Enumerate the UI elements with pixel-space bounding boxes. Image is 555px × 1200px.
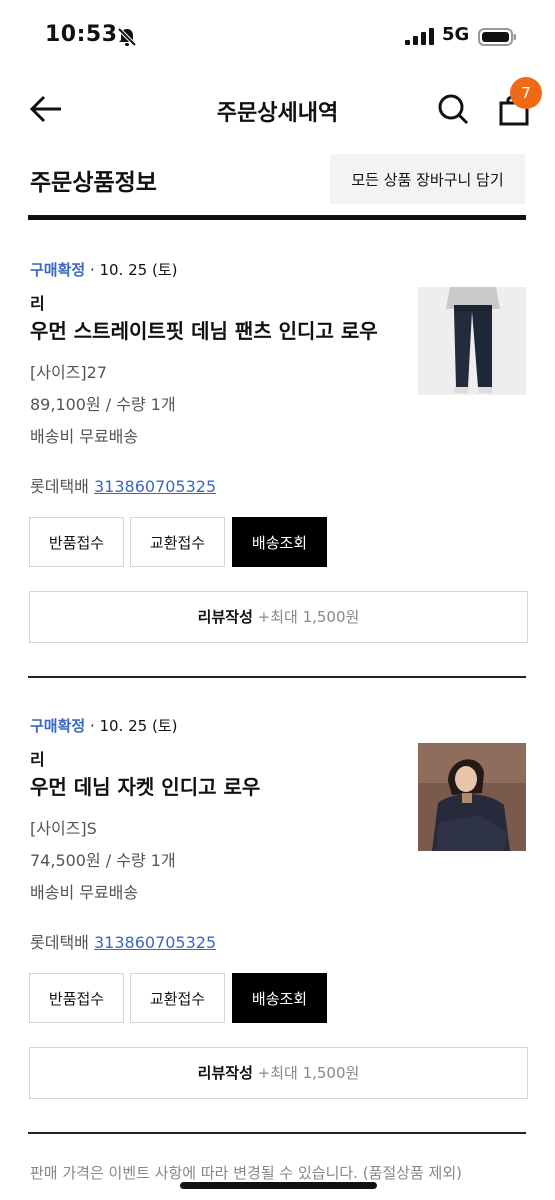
return-request-button[interactable]: 반품접수 [29,517,124,567]
review-label: 리뷰작성 [197,608,253,626]
write-review-button[interactable]: 리뷰작성 +최대 1,500원 [29,1047,528,1099]
product-name[interactable]: 우먼 스트레이트핏 데님 팬츠 인디고 로우 [30,315,378,344]
search-icon[interactable] [436,92,470,126]
product-thumbnail-jeans[interactable] [418,287,526,395]
return-request-button[interactable]: 반품접수 [29,973,124,1023]
price-quantity: 89,100원 / 수량 1개 [30,395,176,414]
signal-icon [405,28,434,45]
item-divider [28,676,526,678]
track-delivery-button[interactable]: 배송조회 [232,973,327,1023]
order-date: · 10. 25 (토) [85,261,178,279]
order-status-line: 구매확정 · 10. 25 (토) [30,259,178,280]
purchase-confirmed-label: 구매확정 [30,717,86,735]
add-all-to-cart-button[interactable]: 모든 상품 장바구니 담기 [330,154,525,204]
bell-slash-icon [117,27,137,47]
tracking-number-link[interactable]: 313860705325 [94,933,216,952]
section-title: 주문상품정보 [30,170,157,196]
brand-name: 리 [30,294,45,313]
courier-name: 롯데택배 [30,477,89,496]
product-name[interactable]: 우먼 데님 자켓 인디고 로우 [30,771,260,800]
price-quantity: 74,500원 / 수량 1개 [30,851,176,870]
order-item: 구매확정 · 10. 25 (토) 리 우먼 데님 자켓 인디고 로우 [사이즈… [0,715,555,1135]
courier-name: 롯데택배 [30,933,89,952]
item-divider [28,1132,526,1134]
write-review-button[interactable]: 리뷰작성 +최대 1,500원 [29,591,528,643]
brand-name: 리 [30,750,45,769]
exchange-request-button[interactable]: 교환접수 [130,973,225,1023]
shipping-fee: 배송비 무료배송 [30,427,139,446]
product-thumbnail-jacket[interactable] [418,743,526,851]
exchange-request-button[interactable]: 교환접수 [130,517,225,567]
review-bonus: +최대 1,500원 [252,1064,360,1082]
review-bonus: +최대 1,500원 [252,608,360,626]
home-indicator[interactable] [180,1182,377,1189]
product-option: [사이즈]27 [30,363,108,382]
price-notice: 판매 가격은 이벤트 사항에 따라 변경될 수 있습니다. (품절상품 제외) [30,1164,462,1182]
review-label: 리뷰작성 [197,1064,253,1082]
cart-count-badge: 7 [510,77,542,109]
network-label: 5G [442,24,470,45]
product-option: [사이즈]S [30,819,97,838]
section-divider [28,215,526,220]
purchase-confirmed-label: 구매확정 [30,261,86,279]
courier-info: 롯데택배 313860705325 [30,473,216,497]
courier-info: 롯데택배 313860705325 [30,929,216,953]
tracking-number-link[interactable]: 313860705325 [94,477,216,496]
status-time: 10:53 [45,22,118,47]
order-item: 구매확정 · 10. 25 (토) 리 우먼 스트레이트핏 데님 팬츠 인디고 … [0,259,555,679]
order-date: · 10. 25 (토) [85,717,178,735]
track-delivery-button[interactable]: 배송조회 [232,517,327,567]
page-title: 주문상세내역 [216,101,339,126]
battery-icon [478,28,516,46]
shipping-fee: 배송비 무료배송 [30,883,139,902]
order-status-line: 구매확정 · 10. 25 (토) [30,715,178,736]
